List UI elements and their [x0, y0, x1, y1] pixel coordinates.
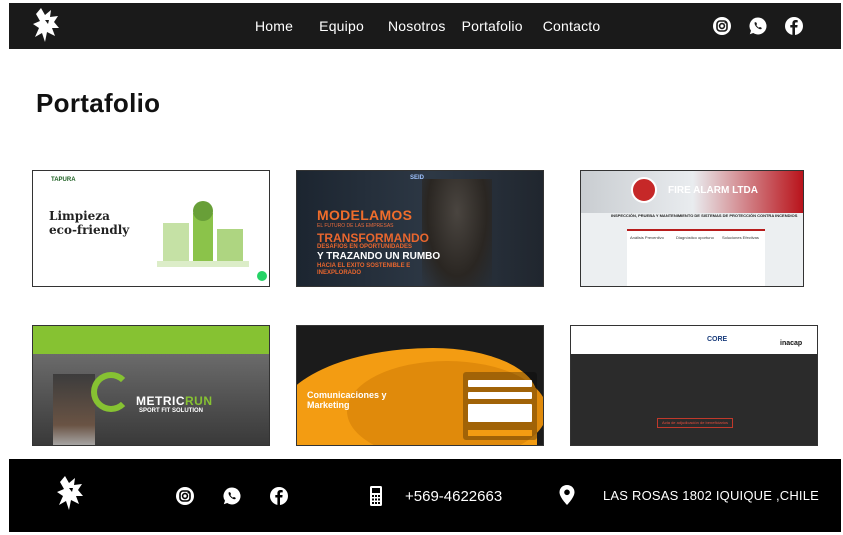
nav-home[interactable]: Home — [255, 18, 293, 34]
metricrun-topbar — [33, 326, 269, 354]
instagram-icon[interactable] — [175, 486, 195, 506]
site-footer: +569-4622663 LAS ROSAS 1802 IQUIQUE ,CHI… — [9, 459, 841, 532]
form-field-1 — [468, 380, 532, 387]
portfolio-card-tarapaca[interactable]: CORE inacap Acta de adjudicación de bene… — [570, 325, 818, 446]
tapura-brand: TAPURA — [51, 177, 76, 183]
runner-legs-photo — [53, 374, 95, 445]
seid-line4: DESAFIOS EN OPORTUNIDADES — [317, 244, 413, 250]
footer-address: LAS ROSAS 1802 IQUIQUE ,CHILE — [603, 488, 820, 503]
comunicaciones-title-line1: Comunicaciones y — [307, 390, 387, 400]
portfolio-card-tapura[interactable]: TAPURA Limpieza eco-friendly — [32, 170, 270, 287]
recycling-illustration — [157, 201, 249, 267]
form-field-2 — [468, 392, 532, 399]
whatsapp-icon[interactable] — [748, 16, 768, 36]
fire-box-2-label: Diagnóstico oportuno — [676, 235, 714, 240]
core-logo: CORE — [707, 336, 728, 343]
metricrun-logo-icon — [91, 372, 131, 412]
person-photo — [422, 179, 492, 286]
footer-phone[interactable]: +569-4622663 — [405, 488, 502, 505]
site-header: Home Equipo Nosotros Portafolio Contacto — [9, 3, 841, 49]
page-title: Portafolio — [36, 88, 161, 118]
phone-icon — [370, 486, 382, 506]
seid-line3: TRANSFORMANDO — [317, 231, 429, 245]
fire-box-3-label: Soluciones Efectivas — [722, 235, 759, 240]
acta-button: Acta de adjudicación de beneficiarios — [657, 418, 733, 428]
footer-wolf-logo-icon[interactable] — [55, 474, 87, 512]
location-pin-icon — [559, 485, 575, 505]
fire-box-3: Soluciones Efectivas — [719, 229, 765, 286]
instagram-icon[interactable] — [712, 16, 732, 36]
seid-line5: Y TRAZANDO UN RUMBO — [317, 251, 441, 262]
facebook-icon[interactable] — [269, 486, 289, 506]
metricrun-sub: SPORT FIT SOLUTION — [139, 408, 203, 414]
metricrun-name-b: RUN — [185, 394, 213, 408]
page-frame: Home Equipo Nosotros Portafolio Contacto — [9, 0, 841, 535]
seid-line2: EL FUTURO DE LAS EMPRESAS — [317, 223, 394, 229]
form-send-bar — [468, 430, 532, 436]
comunicaciones-title-line2: Marketing — [307, 400, 350, 410]
whatsapp-icon[interactable] — [222, 486, 242, 506]
form-field-3 — [468, 404, 532, 422]
tapura-headline-line1: Limpieza — [49, 209, 110, 223]
portfolio-card-comunicaciones[interactable]: Comunicaciones y Marketing — [296, 325, 544, 446]
footer-social — [175, 486, 316, 506]
wolf-logo-icon[interactable] — [31, 6, 63, 44]
comunicaciones-title: Comunicaciones y Marketing — [307, 390, 387, 410]
seid-brand: SEID — [410, 175, 425, 181]
metricrun-name-a: METRIC — [136, 394, 185, 408]
fire-emblem-icon — [631, 177, 657, 203]
portfolio-card-fire-alarm[interactable]: FIRE ALARM LTDA INSPECCIÓN, PRUEBA Y MAN… — [580, 170, 804, 287]
seid-line1: MODELAMOS — [317, 207, 413, 223]
header-social — [712, 16, 820, 36]
portfolio-card-seid[interactable]: SEID MODELAMOS EL FUTURO DE LAS EMPRESAS… — [296, 170, 544, 287]
contact-form-preview — [463, 372, 537, 440]
fire-box-2: Diagnóstico oportuno — [673, 229, 719, 286]
tapura-headline-line2: eco-friendly — [49, 223, 130, 237]
nav-portafolio[interactable]: Portafolio — [462, 18, 523, 34]
nav-equipo[interactable]: Equipo — [319, 18, 364, 34]
nav-contacto[interactable]: Contacto — [543, 18, 601, 34]
seid-line6: HACIA EL EXITO SOSTENIBLE E INEXPLORADO — [317, 263, 411, 276]
portfolio-card-metricrun[interactable]: METRICRUN SPORT FIT SOLUTION — [32, 325, 270, 446]
fire-box-1: Análisis Preventivo — [627, 229, 673, 286]
facebook-icon[interactable] — [784, 16, 804, 36]
metricrun-name: METRICRUN — [136, 394, 213, 408]
nav-nosotros[interactable]: Nosotros — [388, 18, 446, 34]
fire-tagline: INSPECCIÓN, PRUEBA Y MANTENIMIENTO DE SI… — [611, 213, 798, 218]
fire-name: FIRE ALARM LTDA — [668, 185, 758, 196]
whatsapp-float-icon — [257, 271, 267, 281]
main-nav: Home Equipo Nosotros Portafolio Contacto — [255, 3, 626, 49]
fire-box-1-label: Análisis Preventivo — [630, 235, 664, 240]
inacap-logo: inacap — [780, 340, 803, 347]
tapura-headline: Limpieza eco-friendly — [49, 209, 129, 237]
